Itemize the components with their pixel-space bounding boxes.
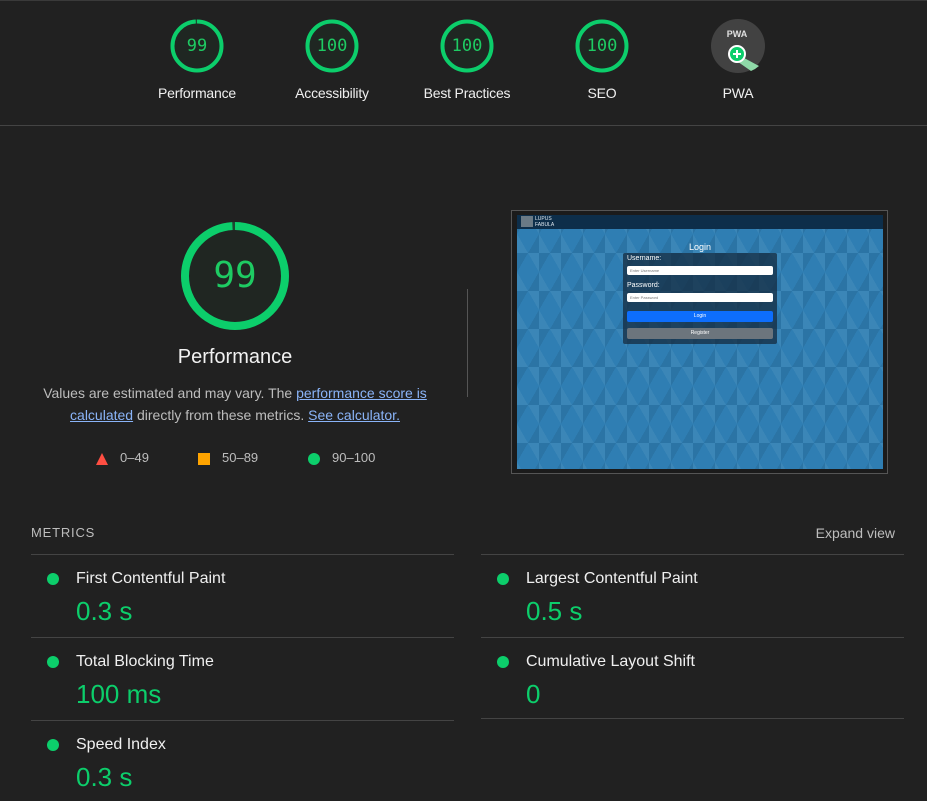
metric-value: 100 ms	[76, 679, 162, 709]
score-value: 100	[586, 36, 618, 56]
divider	[481, 718, 904, 719]
pwa-badge-text: PWA	[727, 29, 748, 39]
gauge-label: SEO	[587, 85, 617, 101]
score-value: 100	[316, 36, 348, 56]
gauge-accessibility[interactable]: 100 Accessibility	[272, 19, 392, 101]
metric-name: Cumulative Layout Shift	[526, 653, 695, 670]
brand-line: FABULA	[535, 222, 555, 228]
pass-circle-icon	[47, 656, 59, 668]
score-ring: 99	[170, 19, 224, 73]
performance-score-value: 99	[213, 255, 257, 296]
screenshot-login-card: Username: Enter Username Password: Enter…	[623, 253, 777, 344]
legend-pass: 90–100	[308, 450, 375, 465]
screenshot-register-button: Register	[627, 328, 773, 339]
expand-view-toggle[interactable]: Expand view	[816, 525, 895, 541]
score-ring: 100	[440, 19, 494, 73]
gauge-pwa[interactable]: PWA PWA	[678, 19, 798, 101]
legend-fail: 0–49	[96, 450, 149, 465]
triangle-icon	[96, 452, 108, 465]
gauge-label: Best Practices	[423, 85, 511, 101]
divider	[31, 637, 454, 638]
score-value: 99	[186, 36, 208, 56]
performance-title: Performance	[177, 346, 293, 368]
desc-text: Values are estimated and may vary. The	[43, 385, 297, 401]
metrics-title: METRICS	[31, 525, 96, 540]
pass-circle-icon	[47, 739, 59, 751]
performance-score-gauge: 99	[180, 221, 290, 331]
performance-description: Values are estimated and may vary. The p…	[40, 382, 430, 426]
screenshot-login-title: Login	[688, 242, 712, 252]
legend-label: 50–89	[222, 450, 259, 465]
divider	[481, 637, 904, 638]
divider	[31, 720, 454, 721]
gauge-best-practices[interactable]: 100 Best Practices	[407, 19, 527, 101]
screenshot-brand: LUPUS FABULA	[521, 216, 554, 228]
category-summary-bar: 99 Performance 100 Accessibility 100 Bes…	[0, 0, 927, 126]
brand-logo-icon	[521, 216, 533, 227]
gauge-label: Accessibility	[295, 85, 369, 101]
username-label: Username:	[627, 255, 662, 262]
desc-text: directly from these metrics.	[133, 407, 309, 423]
username-input: Enter Username	[627, 266, 773, 275]
pass-circle-icon	[497, 656, 509, 668]
pass-circle-icon	[497, 573, 509, 585]
gauge-label: PWA	[722, 85, 754, 101]
password-label: Password:	[627, 282, 660, 289]
metric-name: First Contentful Paint	[76, 570, 226, 587]
metric-name: Speed Index	[76, 736, 166, 753]
gauge-label: Performance	[158, 85, 236, 101]
score-ring: 100	[305, 19, 359, 73]
password-input: Enter Password	[627, 293, 773, 302]
see-calculator-link[interactable]: See calculator.	[308, 407, 400, 423]
metric-name: Largest Contentful Paint	[526, 570, 698, 587]
final-screenshot[interactable]: LUPUS FABULA Login Username: Enter Userna…	[511, 210, 888, 474]
screenshot-app-bar: LUPUS FABULA	[517, 215, 883, 229]
divider	[481, 554, 904, 555]
circle-icon	[308, 452, 320, 465]
metric-value: 0.5 s	[526, 596, 583, 626]
vertical-divider	[467, 289, 468, 397]
score-value: 100	[451, 36, 483, 56]
screenshot-image: LUPUS FABULA Login Username: Enter Userna…	[517, 215, 883, 469]
divider	[31, 554, 454, 555]
metric-name: Total Blocking Time	[76, 653, 214, 670]
gauge-performance[interactable]: 99 Performance	[137, 19, 257, 101]
metric-value: 0.3 s	[76, 596, 133, 626]
legend-average: 50–89	[198, 450, 258, 465]
legend-label: 90–100	[332, 450, 376, 465]
score-ring: 100	[575, 19, 629, 73]
square-icon	[198, 452, 210, 465]
legend-label: 0–49	[120, 450, 149, 465]
metric-value: 0.3 s	[76, 762, 133, 792]
metric-value: 0	[526, 679, 541, 709]
pwa-badge-icon: PWA	[711, 19, 765, 73]
gauge-seo[interactable]: 100 SEO	[542, 19, 662, 101]
screenshot-login-button: Login	[627, 311, 773, 322]
pass-circle-icon	[47, 573, 59, 585]
